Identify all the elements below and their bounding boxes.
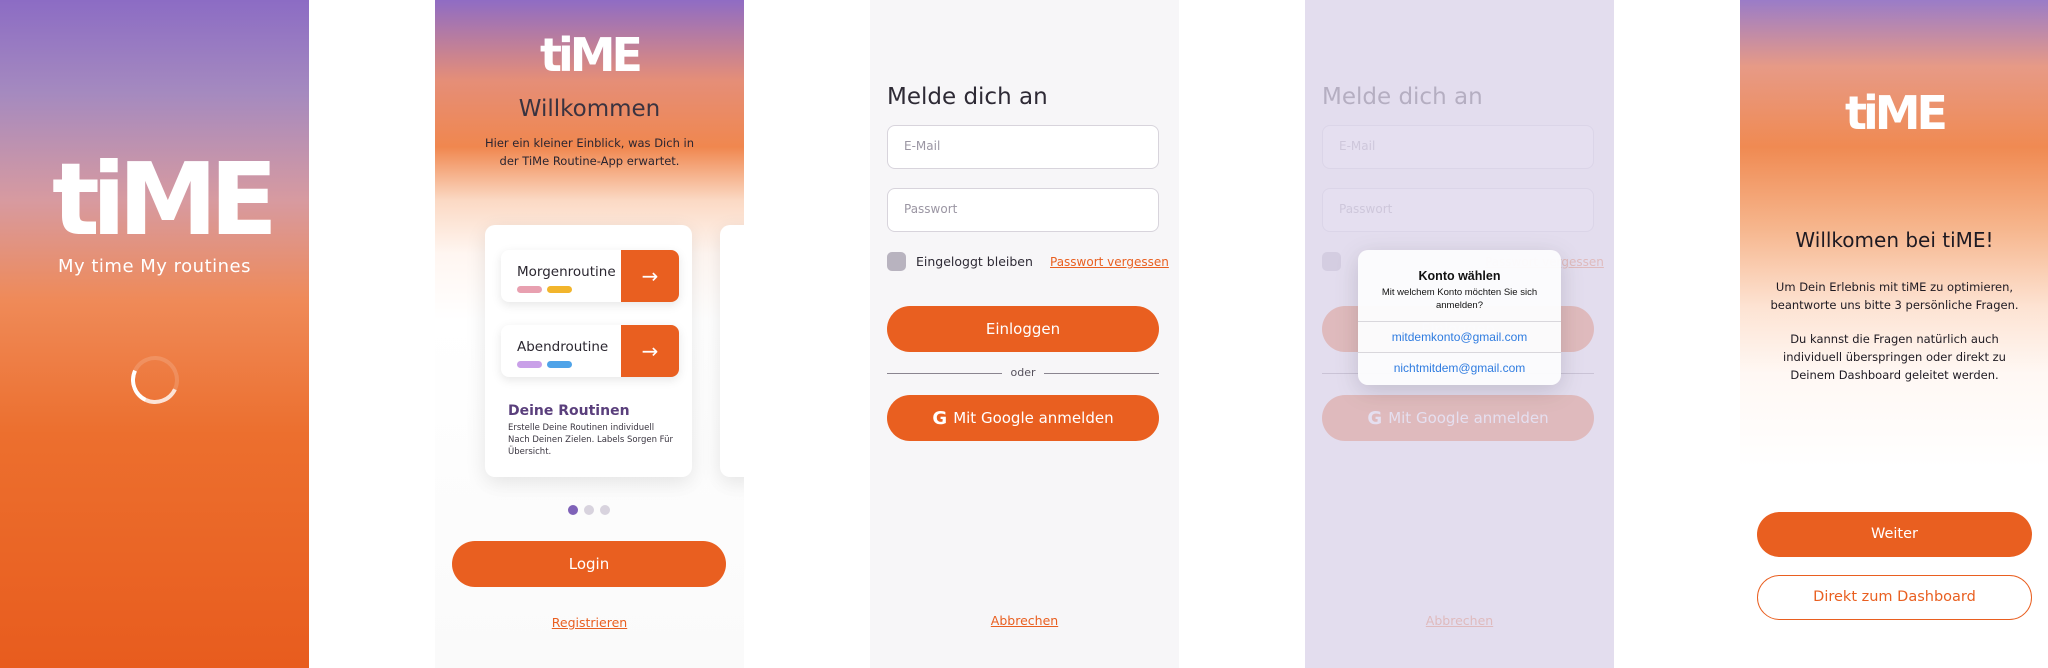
divider: oder [887, 366, 1159, 379]
page-indicator [568, 500, 616, 519]
page-dot[interactable] [600, 505, 610, 515]
login-screen: Melde dich an E-Mail Passwort Eingeloggt… [870, 0, 1179, 668]
password-field[interactable]: Passwort [887, 188, 1159, 232]
arrow-right-icon[interactable]: → [621, 325, 679, 377]
card-description: Erstelle Deine Routinen individuell Nach… [508, 423, 673, 457]
next-button[interactable]: Weiter [1757, 512, 2032, 557]
intro-text: Um Dein Erlebnis mit tiME zu optimieren,… [1770, 280, 2019, 312]
routine-item-morning[interactable]: Morgenroutine → [501, 250, 679, 302]
welcome-title: Willkommen [518, 96, 661, 122]
dashboard-button[interactable]: Direkt zum Dashboard [1757, 575, 2032, 620]
splash-screen: tiME My time My routines [0, 0, 309, 668]
label-tag [517, 361, 542, 368]
routine-label: Morgenroutine [517, 264, 616, 280]
welcome-screen: tiME Willkommen Hier ein kleiner Einblic… [435, 0, 744, 668]
intro-text: Du kannst die Fragen natürlich auch indi… [1783, 332, 2006, 382]
carousel-next-card[interactable] [720, 225, 744, 477]
account-option[interactable]: nichtmitdem@gmail.com [1358, 352, 1561, 384]
intro-title: Willkomen bei tiME! [1795, 228, 1994, 252]
dialog-subtitle: Mit welchem Konto möchten Sie sich anmel… [1381, 287, 1538, 311]
intro-screen: tiME Willkomen bei tiME! Um Dein Erlebni… [1740, 0, 2048, 668]
carousel-card[interactable]: Morgenroutine → Abendroutine → Deine Rou… [485, 225, 692, 477]
page-dot[interactable] [584, 505, 594, 515]
stay-logged-in-checkbox[interactable] [887, 252, 906, 271]
welcome-subtitle: Hier ein kleiner Einblick, was Dich in d… [484, 136, 695, 168]
login-button[interactable]: Einloggen [887, 306, 1159, 352]
login-title: Melde dich an [887, 84, 1048, 110]
account-chooser-screen: Melde dich an E-Mail Passwort Passwort v… [1305, 0, 1614, 668]
dialog-title: Konto wählen [1418, 269, 1501, 283]
stay-logged-in-label: Eingeloggt bleiben [916, 254, 1033, 269]
google-icon: G [932, 408, 948, 429]
arrow-right-icon[interactable]: → [621, 250, 679, 302]
register-link[interactable]: Registrieren [435, 615, 744, 630]
app-logo: tiME [1845, 86, 1948, 140]
loading-spinner-icon [124, 349, 186, 411]
account-option[interactable]: mitdemkonto@gmail.com [1358, 321, 1561, 353]
page-dot[interactable] [568, 505, 578, 515]
google-login-label: Mit Google anmelden [953, 409, 1114, 427]
tagline: My time My routines [57, 256, 252, 277]
email-field[interactable]: E-Mail [887, 125, 1159, 169]
app-logo: tiME [540, 28, 643, 82]
card-title: Deine Routinen [508, 403, 630, 419]
routine-label: Abendroutine [517, 339, 609, 355]
forgot-password-link[interactable]: Passwort vergessen [1050, 255, 1169, 269]
label-tag [547, 361, 572, 368]
cancel-link[interactable]: Abbrechen [870, 613, 1179, 628]
account-chooser-dialog: Konto wählen Mit welchem Konto möchten S… [1358, 250, 1561, 385]
label-tag [517, 286, 542, 293]
routine-item-evening[interactable]: Abendroutine → [501, 325, 679, 377]
app-logo: tiME [52, 141, 278, 258]
login-button[interactable]: Login [452, 541, 726, 587]
label-tag [547, 286, 572, 293]
google-login-button[interactable]: G Mit Google anmelden [887, 395, 1159, 441]
divider-text: oder [1010, 366, 1036, 379]
